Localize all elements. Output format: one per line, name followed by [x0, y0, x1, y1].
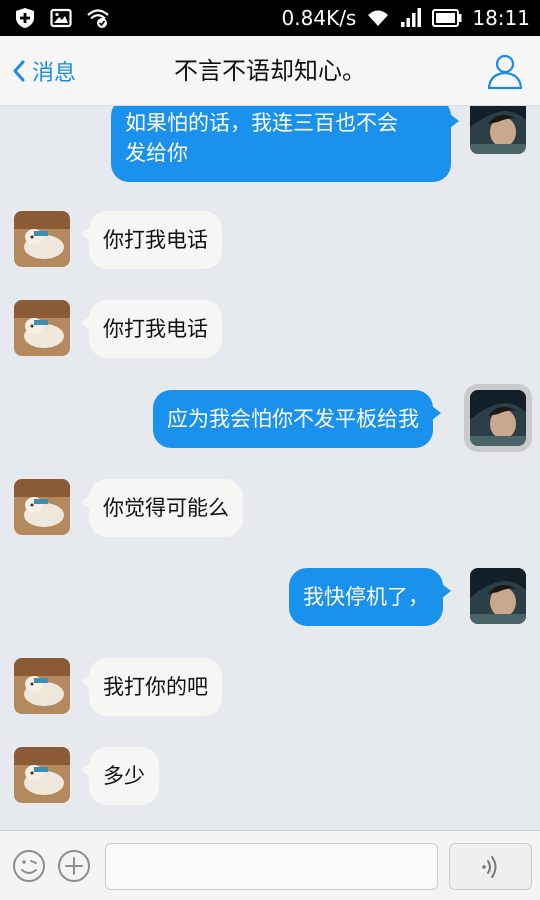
message-text: 你打我电话 [103, 317, 208, 341]
message-bubble-outgoing[interactable]: 应为我会怕你不发平板给我 [153, 390, 441, 448]
message-text: 应为我会怕你不发平板给我 [167, 407, 419, 431]
message-text: 我打你的吧 [103, 675, 208, 699]
shield-icon [16, 8, 34, 28]
message-text: 多少 [103, 764, 145, 788]
message-bubble-incoming[interactable]: 你打我电话 [81, 211, 222, 269]
message-text: 你觉得可能么 [103, 496, 229, 520]
avatar-contact[interactable] [14, 479, 70, 535]
avatar-contact[interactable] [14, 747, 70, 803]
avatar-self[interactable] [470, 568, 526, 624]
wifi-icon [368, 10, 389, 26]
image-icon [50, 8, 72, 28]
signal-icon [401, 8, 422, 27]
message-text: 发给你 [125, 141, 188, 165]
message-bubble-outgoing[interactable]: 我快停机了， [289, 568, 451, 626]
smiley-icon[interactable] [12, 849, 46, 883]
avatar-self[interactable] [470, 106, 526, 154]
clock: 18:11 [472, 6, 530, 30]
avatar-self[interactable] [470, 390, 526, 446]
input-bar [0, 830, 540, 900]
message-text: 你打我电话 [103, 228, 208, 252]
avatar-contact[interactable] [14, 211, 70, 267]
person-icon[interactable] [486, 52, 524, 90]
avatar-contact[interactable] [14, 300, 70, 356]
message-list[interactable]: 如果怕的话，我连三百也不会 发给你 你打我电话 你打我电话 应为我会怕你不发平板… [0, 106, 540, 830]
message-bubble-incoming[interactable]: 你打我电话 [81, 300, 222, 358]
chat-header: 消息 不言不语却知心。 [0, 36, 540, 106]
plus-icon[interactable] [57, 849, 91, 883]
message-bubble-incoming[interactable]: 我打你的吧 [81, 658, 222, 716]
message-bubble-outgoing[interactable]: 如果怕的话，我连三百也不会 发给你 [111, 106, 459, 182]
sync-wifi-icon [87, 9, 109, 28]
message-bubble-incoming[interactable]: 你觉得可能么 [81, 479, 243, 537]
page-title: 不言不语却知心。 [174, 57, 366, 85]
voice-icon [481, 855, 496, 878]
network-speed: 0.84K/s [281, 6, 357, 30]
message-input[interactable] [105, 843, 438, 890]
voice-button[interactable] [449, 843, 532, 890]
message-bubble-incoming[interactable]: 多少 [81, 747, 159, 805]
battery-icon [432, 9, 462, 27]
message-text: 我快停机了， [303, 585, 429, 609]
avatar-contact[interactable] [14, 658, 70, 714]
status-bar: 0.84K/s 18:11 [0, 0, 540, 36]
message-text: 如果怕的话，我连三百也不会 [125, 111, 398, 135]
